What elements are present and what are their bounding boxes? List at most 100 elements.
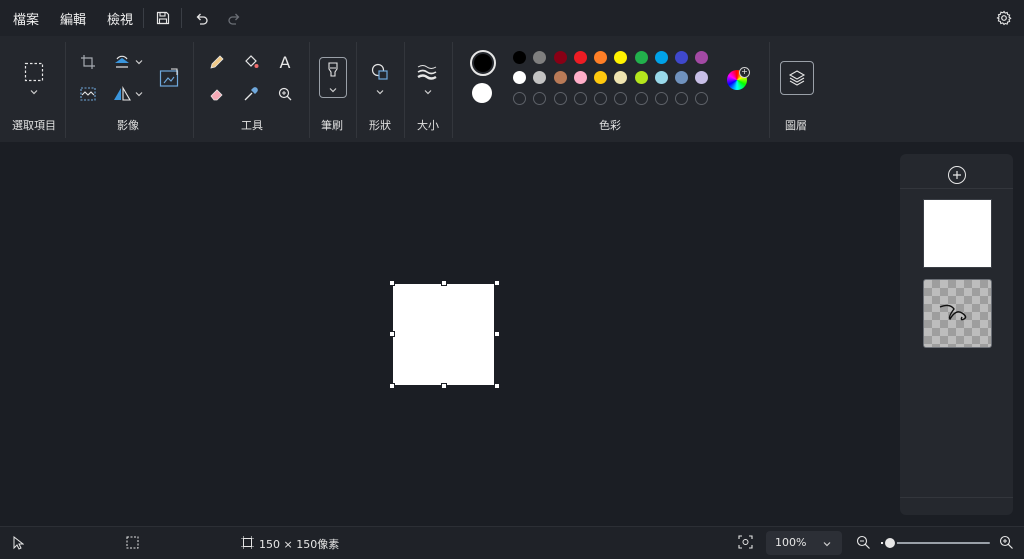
color-swatch[interactable] — [675, 71, 688, 84]
resize-handle-s[interactable] — [441, 383, 447, 389]
resize-image-icon[interactable] — [157, 66, 181, 90]
size-group-label: 大小 — [417, 119, 439, 132]
selection-size-icon — [126, 536, 139, 552]
color-swatch[interactable] — [695, 71, 708, 84]
resize-handle-sw[interactable] — [389, 383, 395, 389]
custom-color-slot[interactable] — [675, 92, 688, 105]
brushes-group-label: 筆刷 — [321, 119, 343, 132]
layer-thumbnail-transparent[interactable] — [923, 279, 992, 348]
toolbar-divider — [181, 8, 182, 28]
custom-color-slot[interactable] — [655, 92, 668, 105]
edit-colors-icon[interactable]: + — [727, 67, 750, 90]
color-swatch[interactable] — [554, 51, 567, 64]
color-swatch[interactable] — [574, 71, 587, 84]
custom-color-slot[interactable] — [554, 92, 567, 105]
menu-edit[interactable]: 編輯 — [60, 9, 86, 28]
rotate-icon[interactable] — [110, 50, 134, 74]
resize-handle-w[interactable] — [389, 331, 395, 337]
resize-handle-n[interactable] — [441, 280, 447, 286]
rotate-chevron-icon[interactable] — [134, 57, 144, 67]
color-picker-icon[interactable] — [239, 82, 263, 106]
image-group-label: 影像 — [117, 119, 139, 132]
shapes-chevron-icon[interactable] — [375, 87, 385, 97]
color-swatch[interactable] — [554, 71, 567, 84]
add-layer-icon[interactable] — [948, 166, 966, 184]
layers-button[interactable] — [780, 61, 814, 95]
color-swatch[interactable] — [533, 71, 546, 84]
image-effects-icon[interactable] — [76, 82, 100, 106]
fit-to-window-icon[interactable] — [738, 535, 753, 552]
color-swatch[interactable] — [635, 51, 648, 64]
custom-color-slot[interactable] — [695, 92, 708, 105]
selection-dropdown-chevron-icon[interactable] — [29, 87, 39, 97]
canvas-size-text: 150 × 150像素 — [259, 538, 340, 551]
custom-color-slot[interactable] — [635, 92, 648, 105]
menu-divider — [143, 8, 144, 28]
selection-group-label: 選取項目 — [12, 119, 56, 132]
color-swatch[interactable] — [533, 51, 546, 64]
status-bar: 150 × 150像素 100% — [0, 526, 1024, 559]
color-swatch[interactable] — [655, 51, 668, 64]
color-swatch[interactable] — [513, 71, 526, 84]
size-chevron-icon[interactable] — [423, 87, 433, 97]
menu-view[interactable]: 檢視 — [107, 9, 133, 28]
custom-color-slot[interactable] — [614, 92, 627, 105]
primary-color-well[interactable] — [470, 50, 496, 76]
custom-color-slot[interactable] — [594, 92, 607, 105]
text-tool-icon[interactable]: A — [273, 50, 297, 74]
colors-group-label: 色彩 — [599, 119, 621, 132]
zoom-value: 100% — [775, 536, 807, 549]
color-swatch[interactable] — [655, 71, 668, 84]
brushes-button[interactable] — [319, 57, 347, 98]
panel-divider — [900, 497, 1013, 498]
secondary-color-well[interactable] — [472, 83, 492, 103]
menu-file[interactable]: 檔案 — [13, 9, 39, 28]
shapes-icon[interactable] — [368, 60, 392, 84]
layers-panel — [900, 154, 1013, 515]
layer-thumbnail-white[interactable] — [923, 199, 992, 268]
undo-icon[interactable] — [190, 7, 212, 29]
flip-chevron-icon[interactable] — [134, 89, 144, 99]
color-swatch[interactable] — [635, 71, 648, 84]
tools-group-label: 工具 — [241, 119, 263, 132]
stroke-size-icon[interactable] — [415, 60, 439, 84]
scribble-drawing — [939, 304, 967, 321]
canvas-area[interactable] — [0, 142, 1024, 526]
color-swatch[interactable] — [594, 71, 607, 84]
ribbon-divider — [452, 42, 453, 138]
pencil-icon[interactable] — [205, 50, 229, 74]
resize-handle-e[interactable] — [494, 331, 500, 337]
redo-icon[interactable] — [223, 7, 245, 29]
color-swatch[interactable] — [614, 51, 627, 64]
flip-icon[interactable] — [110, 82, 134, 106]
shapes-group-label: 形狀 — [369, 119, 391, 132]
resize-handle-nw[interactable] — [389, 280, 395, 286]
magnifier-icon[interactable] — [273, 82, 297, 106]
crop-icon[interactable] — [76, 50, 100, 74]
color-swatch[interactable] — [574, 51, 587, 64]
color-swatch[interactable] — [594, 51, 607, 64]
menu-bar: 檔案 編輯 檢視 — [0, 0, 1024, 36]
zoom-slider-track[interactable] — [881, 536, 990, 550]
zoom-slider-thumb[interactable] — [882, 536, 897, 550]
custom-color-slot[interactable] — [513, 92, 526, 105]
drawing-canvas[interactable] — [393, 284, 494, 385]
custom-color-slot[interactable] — [533, 92, 546, 105]
color-swatch[interactable] — [614, 71, 627, 84]
save-icon[interactable] — [152, 7, 174, 29]
ribbon-divider — [404, 42, 405, 138]
color-swatch[interactable] — [695, 51, 708, 64]
color-swatch[interactable] — [513, 51, 526, 64]
resize-handle-ne[interactable] — [494, 280, 500, 286]
selection-icon[interactable] — [22, 60, 46, 84]
color-swatch[interactable] — [675, 51, 688, 64]
custom-color-slot[interactable] — [574, 92, 587, 105]
eraser-icon[interactable] — [205, 82, 229, 106]
zoom-in-icon[interactable] — [999, 535, 1014, 553]
settings-icon[interactable] — [993, 7, 1015, 29]
fill-bucket-icon[interactable] — [239, 50, 263, 74]
zoom-dropdown[interactable]: 100% — [766, 531, 842, 555]
resize-handle-se[interactable] — [494, 383, 500, 389]
zoom-out-icon[interactable] — [856, 535, 871, 553]
ribbon-divider — [193, 42, 194, 138]
